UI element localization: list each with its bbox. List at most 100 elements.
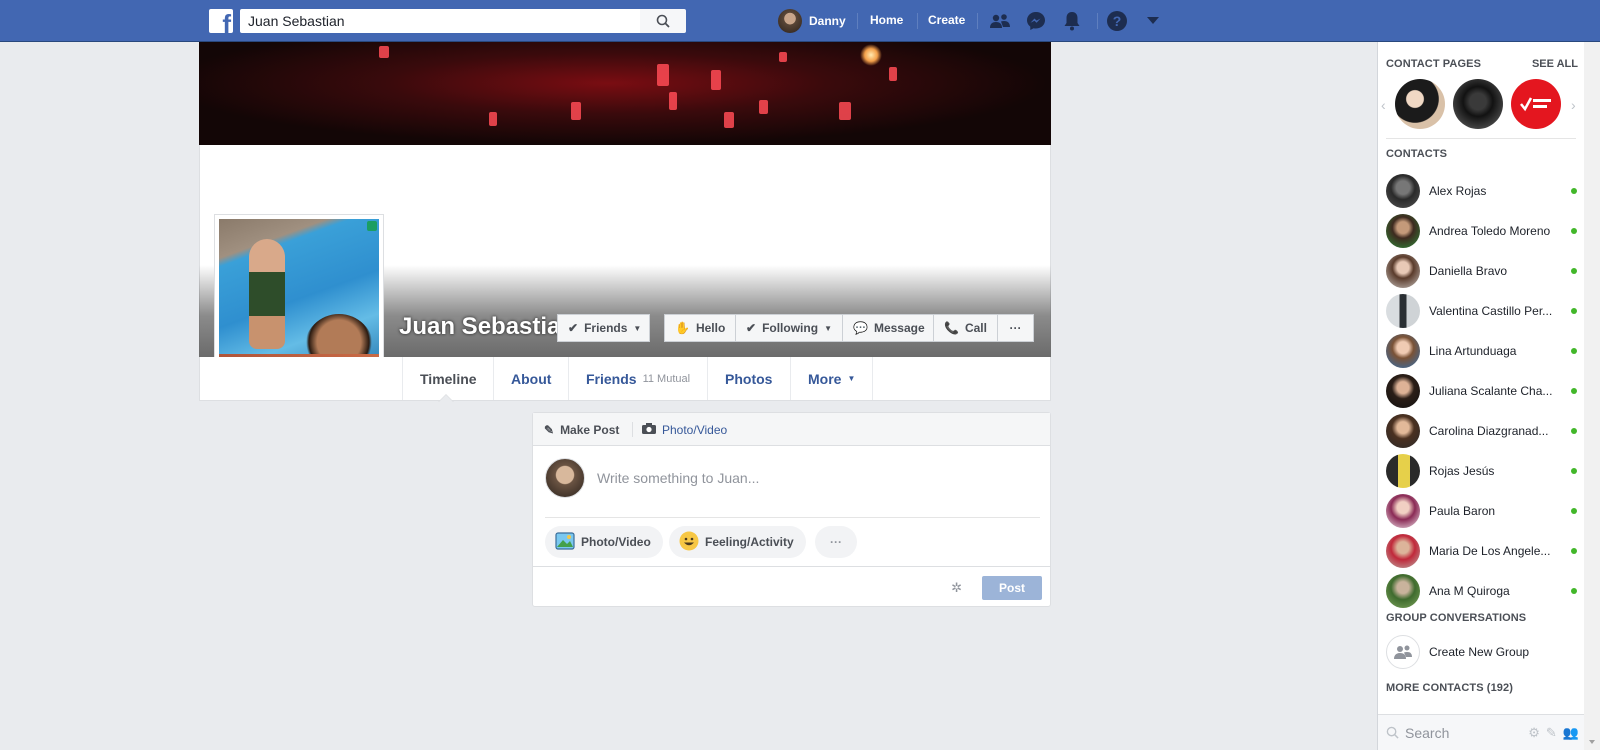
facebook-logo-icon[interactable]: f [209,9,233,33]
call-button[interactable]: 📞 Call [933,314,998,342]
svg-text:?: ? [1113,13,1122,29]
avatar [1386,334,1420,368]
checkmark-icon: ✔ [746,321,757,335]
nav-create-link[interactable]: Create [928,13,965,27]
profile-name[interactable]: Juan Sebastian [399,313,575,341]
new-group-icon[interactable]: 👥 [1563,725,1579,741]
online-indicator [1571,228,1577,234]
composer-divider [545,517,1040,518]
see-all-link[interactable]: SEE ALL [1532,58,1578,70]
contact-pages-title: CONTACT PAGES [1386,58,1482,70]
avatar [1386,374,1420,408]
scroll-down-arrow-icon[interactable] [1589,740,1595,744]
contact-name: Juliana Scalante Cha... [1429,384,1553,398]
avatar [1386,294,1420,328]
post-text-input[interactable]: Write something to Juan... [597,460,1037,496]
account-menu-chevron-down-icon[interactable] [1142,10,1164,32]
chevron-left-icon[interactable]: ‹ [1381,97,1386,113]
online-indicator [1571,548,1577,554]
contact-page-avatar[interactable] [1511,79,1561,129]
notifications-bell-icon[interactable] [1061,10,1083,32]
settings-gear-icon[interactable]: ✲ [951,580,962,596]
cover-photo[interactable] [199,42,1051,145]
create-group-label: Create New Group [1429,645,1530,659]
phone-icon: 📞 [944,321,959,335]
photo-video-label: Photo/Video [662,422,728,437]
message-button[interactable]: 💬 Message [842,314,934,342]
make-post-tab[interactable]: ✎ Make Post [544,413,619,446]
following-label: Following [762,321,819,335]
following-button[interactable]: ✔ Following ▼ [735,314,843,342]
tab-friends[interactable]: Friends 11 Mutual [568,357,707,400]
contact-item[interactable]: Andrea Toledo Moreno [1378,211,1585,251]
contact-page-avatar[interactable] [1395,79,1445,129]
post-composer: ✎ Make Post Photo/Video Write something … [532,412,1051,607]
more-options-button[interactable]: ··· [997,314,1034,342]
online-indicator [1571,388,1577,394]
messenger-icon[interactable] [1025,10,1047,32]
contact-item[interactable]: Ana M Quiroga [1378,571,1585,611]
friends-status-button[interactable]: ✔ Friends ▼ [557,314,650,342]
contact-item[interactable]: Daniella Bravo [1378,251,1585,291]
call-label: Call [964,321,987,335]
contact-name: Carolina Diazgranad... [1429,424,1549,438]
checkmark-icon: ✔ [568,321,579,335]
chat-search-bar[interactable]: Search ⚙ ✎ 👥 [1378,714,1585,750]
contact-item[interactable]: Carolina Diazgranad... [1378,411,1585,451]
tab-label: More [808,370,842,387]
feeling-activity-pill[interactable]: Feeling/Activity [669,526,806,558]
nav-user-name: Danny [809,14,846,28]
nav-divider [977,13,978,29]
search-button[interactable] [640,9,686,33]
chat-scrollbar[interactable] [1584,42,1600,750]
tab-about[interactable]: About [493,357,568,400]
create-new-group-button[interactable]: Create New Group [1378,632,1585,672]
contact-name: Maria De Los Angele... [1429,544,1551,558]
contact-name: Valentina Castillo Per... [1429,304,1553,318]
avatar [1386,494,1420,528]
photo-video-tab[interactable]: Photo/Video [642,413,727,446]
contact-item[interactable]: Alex Rojas [1378,171,1585,211]
nav-profile-link[interactable]: Danny [778,9,846,33]
contact-item[interactable]: Valentina Castillo Per... [1378,291,1585,331]
friend-requests-icon[interactable] [989,10,1011,32]
top-navigation-bar: f Juan Sebastian Danny Home Create ? [0,0,1600,42]
pencil-icon: ✎ [544,422,555,437]
chat-settings-gear-icon[interactable]: ⚙ [1528,725,1540,741]
photo-icon [555,531,575,553]
tab-more[interactable]: More ▼ [790,357,874,400]
online-indicator [1571,428,1577,434]
hello-button[interactable]: ✋ Hello [664,314,736,342]
contact-item[interactable]: Maria De Los Angele... [1378,531,1585,571]
online-indicator [1571,588,1577,594]
search-input[interactable]: Juan Sebastian [240,9,640,33]
photo-video-pill[interactable]: Photo/Video [545,526,663,558]
more-options-pill[interactable]: ··· [815,526,857,558]
active-tab-pointer [438,394,454,402]
contact-item[interactable]: Paula Baron [1378,491,1585,531]
search-icon [1386,726,1399,739]
chat-search-input[interactable]: Search [1405,725,1449,741]
tab-label: Friends [586,370,637,387]
tab-label: Timeline [420,370,477,387]
nav-home-link[interactable]: Home [870,13,903,27]
contact-name: Paula Baron [1429,504,1496,518]
help-icon[interactable]: ? [1106,10,1128,32]
post-button[interactable]: Post [982,576,1042,600]
camera-icon [642,422,656,437]
photo-video-pill-label: Photo/Video [581,535,651,549]
contact-page-avatar[interactable] [1453,79,1503,129]
contact-name: Lina Artunduaga [1429,344,1517,358]
new-message-compose-icon[interactable]: ✎ [1546,725,1557,741]
contacts-title: CONTACTS [1386,148,1448,160]
contact-item[interactable]: Rojas Jesús [1378,451,1585,491]
tab-label: Photos [725,370,773,387]
smiley-icon [679,531,699,554]
more-contacts-title: MORE CONTACTS (192) [1386,682,1513,694]
contact-name: Rojas Jesús [1429,464,1495,478]
contact-item[interactable]: Lina Artunduaga [1378,331,1585,371]
contact-item[interactable]: Juliana Scalante Cha... [1378,371,1585,411]
tab-label: About [511,370,552,387]
chevron-right-icon[interactable]: › [1571,97,1576,113]
tab-photos[interactable]: Photos [707,357,789,400]
